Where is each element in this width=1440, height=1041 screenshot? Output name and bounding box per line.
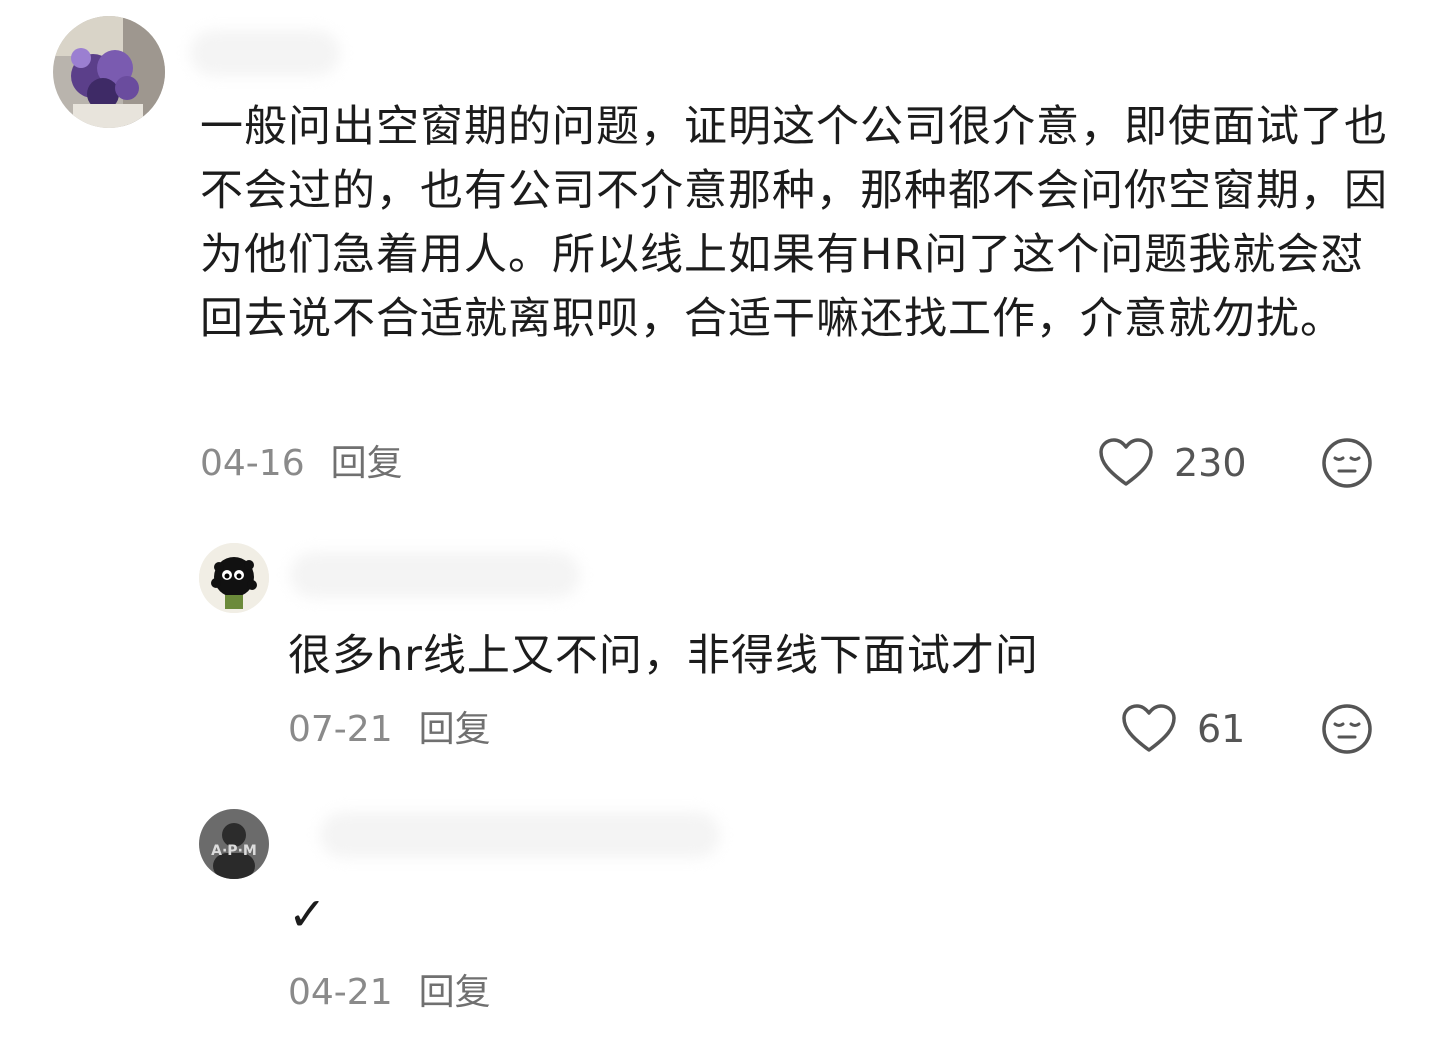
dislike-button[interactable] (1320, 702, 1374, 756)
heart-icon (1122, 704, 1176, 752)
comment-text: 一般问出空窗期的问题，证明这个公司很介意，即使面试了也不会过的，也有公司不介意那… (200, 102, 1388, 344)
like-count: 230 (1174, 441, 1247, 485)
username-blurred (190, 30, 340, 76)
like-count: 61 (1197, 707, 1246, 751)
purple-flowers-avatar-icon (53, 16, 165, 128)
comment-text: ✓ (288, 887, 328, 941)
comment-text: 很多hr线上又不问，非得线下面试才问 (288, 631, 1039, 681)
reply-avatar[interactable]: A·P·M (199, 809, 269, 879)
dislike-button[interactable] (1320, 436, 1374, 490)
neutral-face-icon (1322, 438, 1372, 488)
comment-date: 04-21 (288, 972, 393, 1013)
comment-avatar[interactable] (53, 16, 165, 128)
comment-date: 04-16 (200, 443, 305, 484)
avatar-text: A·P·M (211, 843, 257, 859)
reply-button[interactable]: 回复 (331, 443, 403, 484)
like-button[interactable]: 230 (1098, 433, 1247, 493)
like-button[interactable]: 61 (1121, 699, 1245, 759)
username-blurred (320, 812, 720, 858)
neutral-face-icon (1322, 704, 1372, 754)
username-blurred (290, 552, 580, 598)
soot-sprite-avatar-icon (199, 543, 269, 613)
comment-date: 07-21 (288, 709, 393, 750)
reply-avatar[interactable] (199, 543, 269, 613)
heart-icon (1099, 438, 1153, 486)
reply-button[interactable]: 回复 (419, 972, 491, 1013)
apm-person-avatar-icon: A·P·M (199, 809, 269, 879)
comment-meta: 04-16 回复 (200, 442, 403, 486)
comment-meta: 04-21 回复 (288, 971, 491, 1015)
reply-button[interactable]: 回复 (419, 709, 491, 750)
comment-meta: 07-21 回复 (288, 708, 491, 752)
